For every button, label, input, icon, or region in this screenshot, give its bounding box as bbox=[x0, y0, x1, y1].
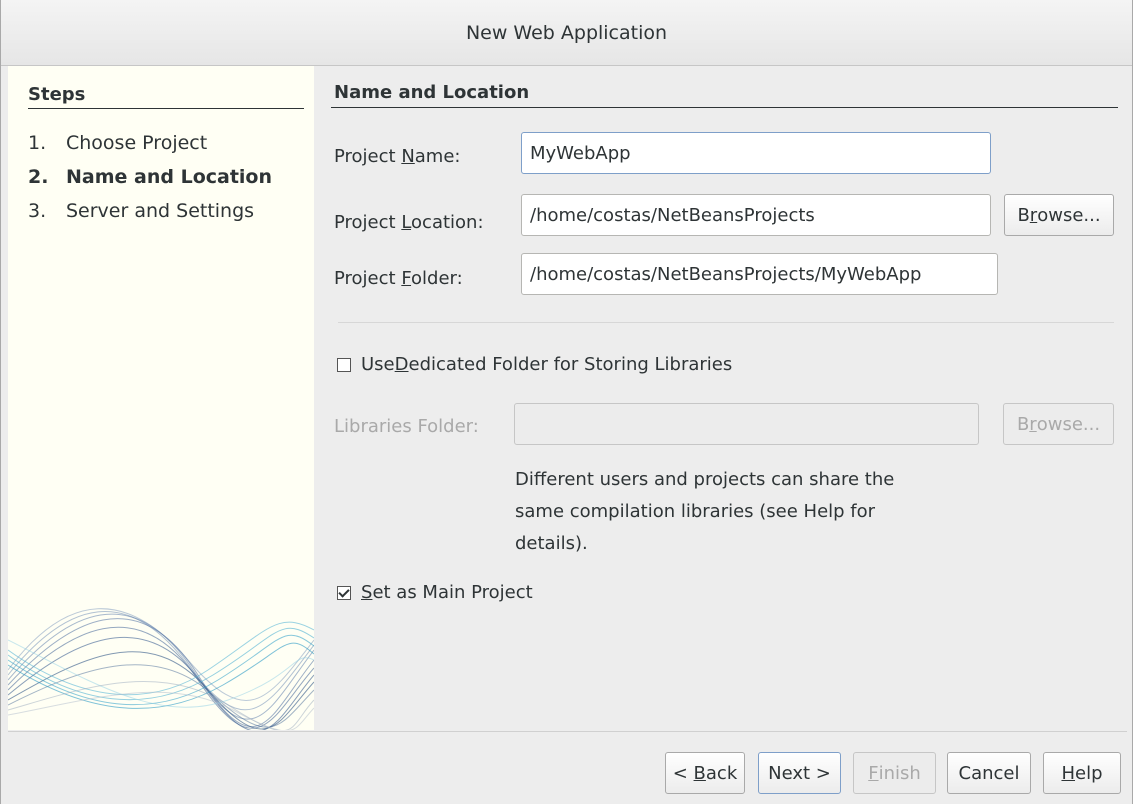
window-title: New Web Application bbox=[465, 22, 668, 44]
libraries-folder-label: Libraries Folder: bbox=[334, 416, 479, 437]
finish-button[interactable]: Finish bbox=[853, 752, 936, 794]
project-folder-label: Project Folder: bbox=[334, 268, 463, 289]
steps-pane: Steps 1. Choose Project 2. Name and Locati… bbox=[8, 66, 314, 730]
step-label: Name and Location bbox=[66, 166, 273, 188]
button-bar-divider bbox=[8, 731, 1127, 732]
checkbox-label: Use bbox=[361, 354, 395, 375]
step-choose-project: 1. Choose Project bbox=[28, 132, 207, 154]
label-text: Project bbox=[334, 268, 402, 289]
step-name-and-location: 2. Name and Location bbox=[28, 166, 272, 188]
label-text: Project bbox=[334, 212, 402, 233]
project-location-label: Project Location: bbox=[334, 212, 484, 233]
mnemonic: F bbox=[401, 268, 412, 289]
button-text: Next > bbox=[768, 762, 831, 784]
section-title: Name and Location bbox=[334, 82, 530, 103]
steps-divider bbox=[28, 108, 304, 109]
separator bbox=[338, 322, 1114, 323]
button-text: Cancel bbox=[958, 762, 1020, 784]
step-label: Choose Project bbox=[66, 132, 208, 154]
browse-location-button[interactable]: Br owse... bbox=[1004, 194, 1114, 236]
mnemonic: N bbox=[401, 146, 415, 167]
label-text: older: bbox=[411, 268, 463, 289]
button-text: owse... bbox=[1036, 413, 1101, 435]
cancel-button[interactable]: Cancel bbox=[947, 752, 1031, 794]
project-name-label: Project Name: bbox=[334, 146, 460, 167]
dialog-window: New Web Application Steps 1. Choose Proje… bbox=[0, 0, 1133, 804]
mnemonic: H bbox=[1061, 762, 1076, 784]
title-bar[interactable]: New Web Application bbox=[1, 0, 1132, 66]
step-server-and-settings: 3. Server and Settings bbox=[28, 200, 254, 222]
step-number: 3. bbox=[28, 200, 47, 222]
checkbox-label: edicated Folder for Storing Libraries bbox=[408, 354, 733, 375]
project-name-input[interactable] bbox=[521, 132, 991, 174]
netbeans-wave-graphic bbox=[8, 608, 314, 730]
help-button[interactable]: Help bbox=[1043, 752, 1121, 794]
back-button[interactable]: < Back bbox=[665, 752, 745, 794]
mnemonic: D bbox=[394, 354, 409, 375]
label-text: ocation: bbox=[411, 212, 484, 233]
project-folder-input[interactable] bbox=[521, 253, 998, 295]
step-number: 2. bbox=[28, 166, 49, 188]
next-button[interactable]: Next > bbox=[758, 752, 841, 794]
mnemonic: F bbox=[868, 762, 879, 784]
libraries-folder-input[interactable] bbox=[514, 403, 979, 445]
button-text: inish bbox=[878, 762, 921, 784]
mnemonic: S bbox=[361, 582, 373, 603]
button-text: B bbox=[1016, 413, 1030, 435]
label-text: Project bbox=[334, 146, 402, 167]
libraries-hint-text: Different users and projects can share t… bbox=[515, 469, 895, 554]
mnemonic: L bbox=[401, 212, 412, 233]
button-text: B bbox=[1017, 204, 1030, 226]
label-text: ame: bbox=[414, 146, 461, 167]
step-label: Server and Settings bbox=[66, 200, 255, 222]
dedicated-folder-checkbox-row[interactable]: Use Dedicated Folder for Storing Librari… bbox=[337, 354, 732, 375]
button-text: ack bbox=[705, 762, 738, 784]
step-number: 1. bbox=[28, 132, 47, 154]
mnemonic: B bbox=[693, 762, 706, 784]
main-project-checkbox-row[interactable]: Set as Main Project bbox=[337, 582, 533, 603]
button-text: elp bbox=[1075, 762, 1103, 784]
checkbox-label: et as Main Project bbox=[372, 582, 533, 603]
main-project-checkbox[interactable] bbox=[337, 585, 351, 600]
button-text: owse... bbox=[1037, 204, 1101, 226]
mnemonic: r bbox=[1029, 413, 1037, 435]
project-location-input[interactable] bbox=[521, 194, 991, 236]
steps-title: Steps bbox=[28, 84, 86, 105]
browse-libraries-button[interactable]: Br owse... bbox=[1003, 403, 1114, 445]
dedicated-folder-checkbox[interactable] bbox=[337, 357, 351, 372]
section-divider bbox=[331, 107, 1118, 108]
button-text: < bbox=[672, 762, 694, 784]
name-and-location-panel: Name and Location Project Name: Project … bbox=[328, 66, 1118, 730]
mnemonic: r bbox=[1029, 204, 1038, 226]
